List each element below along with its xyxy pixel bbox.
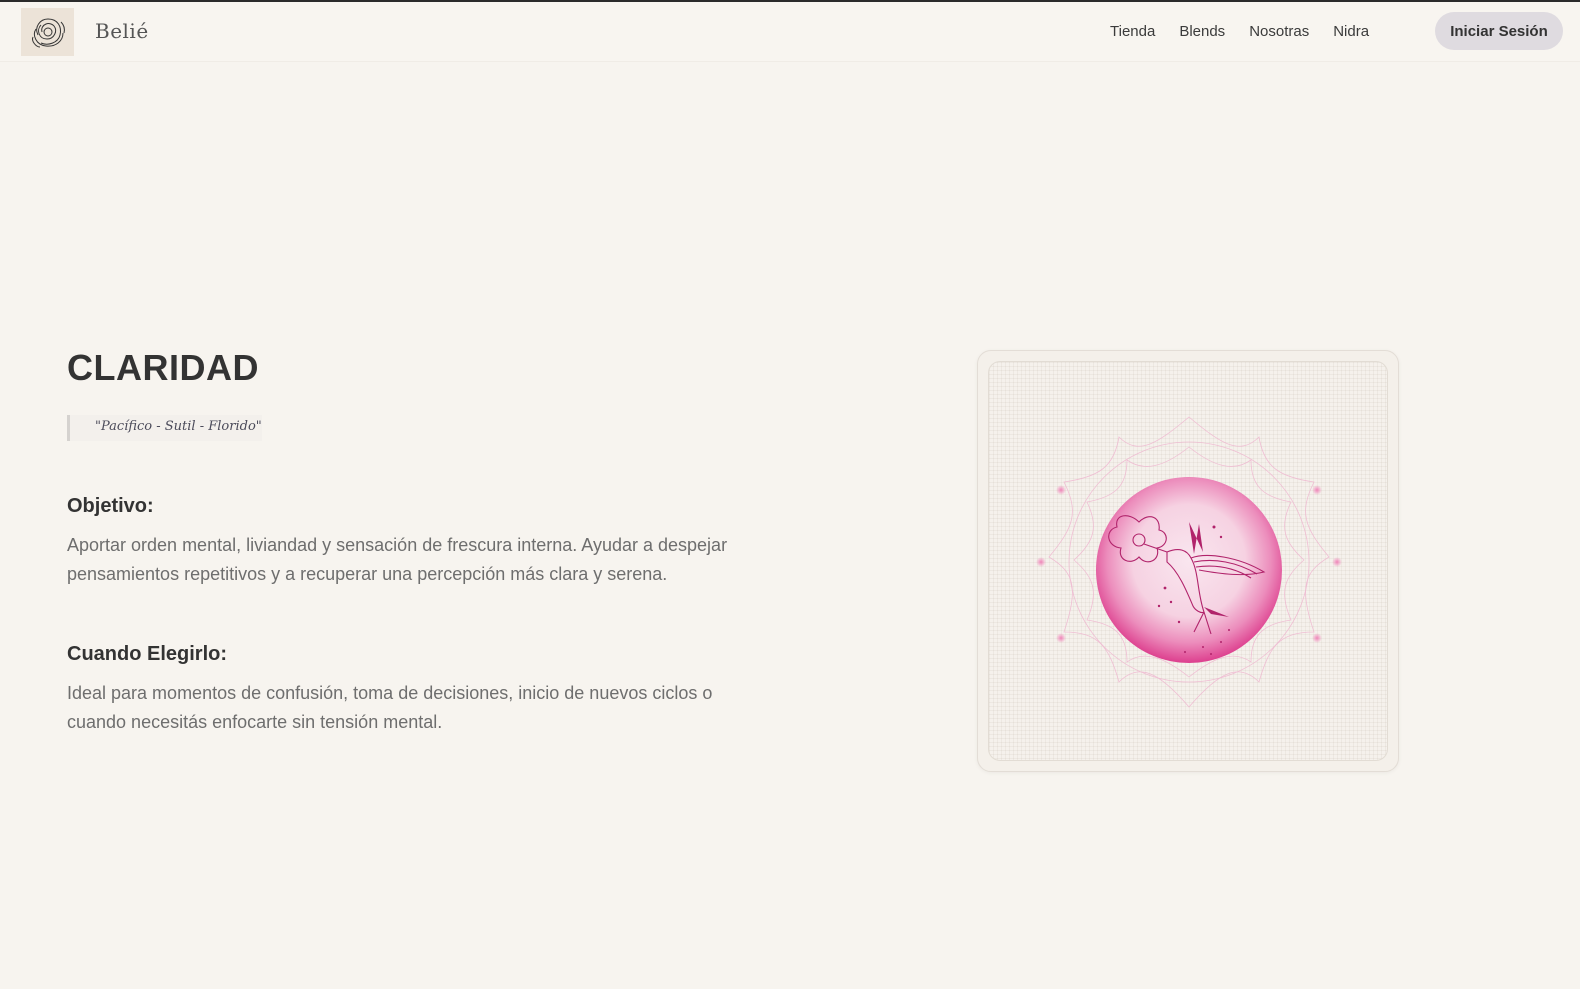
site-header: Belié Tienda Blends Nosotras Nidra Inici… bbox=[0, 2, 1580, 62]
blend-image-card bbox=[977, 350, 1399, 772]
when-text: Ideal para momentos de confusión, toma d… bbox=[67, 683, 713, 732]
nav-nosotras[interactable]: Nosotras bbox=[1249, 23, 1309, 40]
nav-blends[interactable]: Blends bbox=[1179, 23, 1225, 40]
main-nav: Tienda Blends Nosotras Nidra bbox=[1110, 23, 1393, 40]
login-button[interactable]: Iniciar Sesión bbox=[1435, 12, 1563, 50]
rose-logo-icon[interactable] bbox=[21, 8, 74, 56]
blend-image-frame bbox=[988, 361, 1388, 761]
hummingbird-hibiscus-illustration bbox=[1036, 416, 1342, 708]
nav-tienda[interactable]: Tienda bbox=[1110, 23, 1155, 40]
blend-quote: "Pacífico - Sutil - Florido" bbox=[67, 415, 262, 441]
blend-title: CLARIDAD bbox=[67, 347, 259, 388]
objective-text: Aportar orden mental, liviandad y sensac… bbox=[67, 535, 728, 584]
when-heading: Cuando Elegirlo: bbox=[67, 643, 227, 665]
objective-heading: Objetivo: bbox=[67, 495, 154, 517]
brand-name[interactable]: Belié bbox=[95, 19, 149, 43]
nav-nidra[interactable]: Nidra bbox=[1333, 23, 1369, 40]
